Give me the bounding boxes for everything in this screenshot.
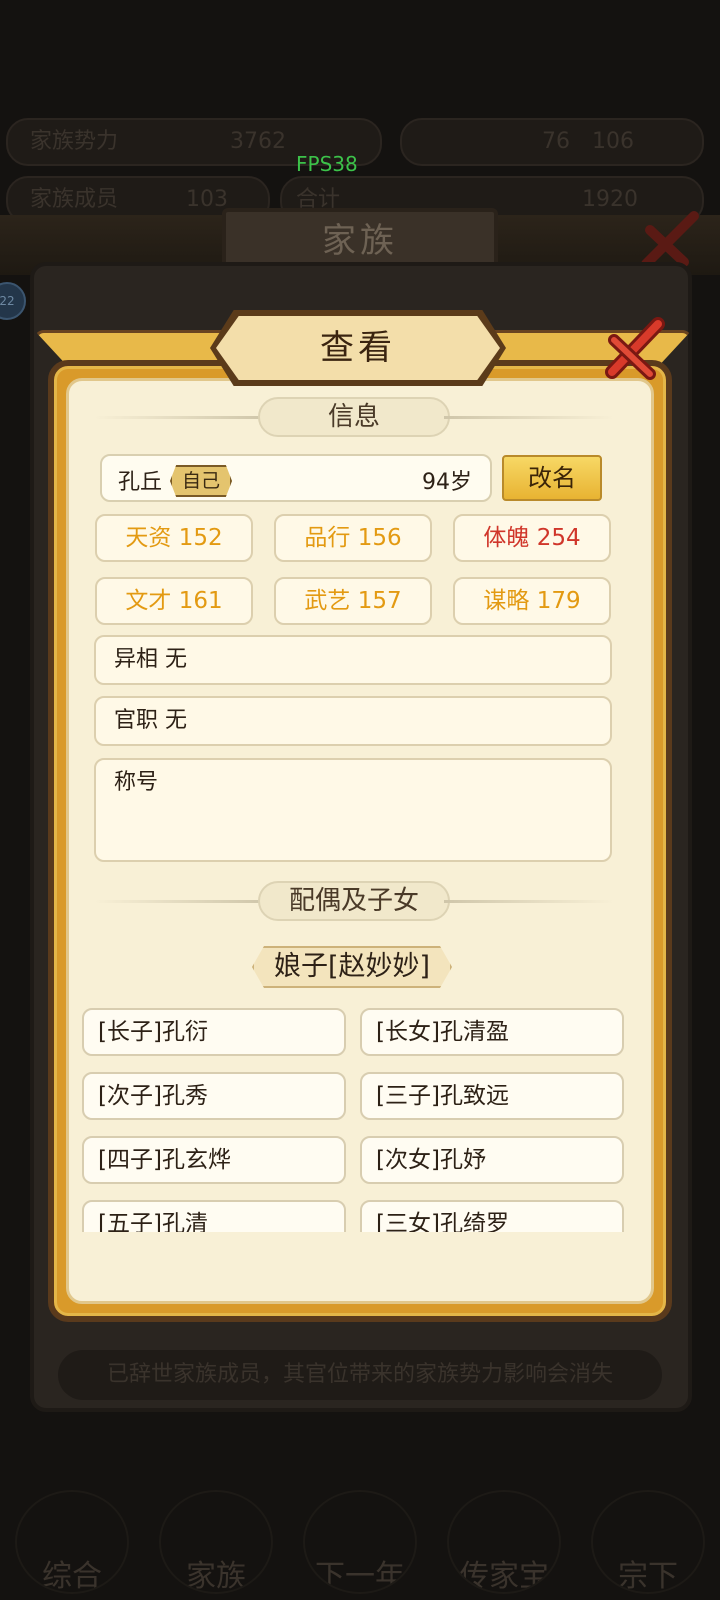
dialog-title: 查看 <box>320 328 396 368</box>
bg-left-badge: 22 <box>0 282 26 320</box>
stat-literary: 文才 161 <box>95 577 253 625</box>
bg-stat-value: 3762 <box>230 129 286 154</box>
children-list[interactable]: [长子]孔衍 [长女]孔清盈 [次子]孔秀 [三子]孔致远 [四子]孔玄烨 [次… <box>60 1000 660 1232</box>
bg-nav-item: 家族 <box>159 1490 273 1594</box>
character-name: 孔丘 <box>118 470 163 495</box>
section-title: 信息 <box>258 397 450 437</box>
traits-row: 异相 无 <box>94 635 612 685</box>
stat-physique: 体魄 254 <box>453 514 611 562</box>
child-item[interactable]: [三子]孔致远 <box>360 1072 624 1120</box>
rename-button[interactable]: 改名 <box>502 455 602 501</box>
divider <box>444 416 614 419</box>
stat-martial: 武艺 157 <box>274 577 432 625</box>
bg-stat-value-mid: 76 <box>542 129 570 154</box>
bg-stat-bar-2: 76 106 <box>400 118 704 166</box>
child-item[interactable]: [四子]孔玄烨 <box>82 1136 346 1184</box>
titles-box: 称号 <box>94 758 612 862</box>
child-item[interactable]: [五子]孔清 <box>82 1200 346 1232</box>
bg-stat-label: 家族势力 <box>30 129 119 154</box>
character-age: 94岁 <box>422 470 472 495</box>
bg-bottom-nav: 综合 家族 下一年 传家宝 宗下 <box>0 1490 720 1600</box>
bg-close-icon <box>641 211 699 269</box>
stat-talent: 天资 152 <box>95 514 253 562</box>
spouse-button[interactable]: 娘子[赵妙妙] <box>252 946 452 988</box>
section-title: 配偶及子女 <box>258 881 450 921</box>
child-item[interactable]: [次女]孔妤 <box>360 1136 624 1184</box>
child-item[interactable]: [次子]孔秀 <box>82 1072 346 1120</box>
close-icon[interactable] <box>600 314 668 382</box>
info-section-header: 信息 <box>94 397 614 437</box>
name-field: 孔丘 自己 94岁 <box>100 454 492 502</box>
bg-nav-item: 下一年 <box>303 1490 417 1594</box>
child-item[interactable]: [长女]孔清盈 <box>360 1008 624 1056</box>
bg-nav-item: 宗下 <box>591 1490 705 1594</box>
family-section-header: 配偶及子女 <box>94 881 614 921</box>
bg-nav-item: 传家宝 <box>447 1490 561 1594</box>
office-row: 官职 无 <box>94 696 612 746</box>
divider <box>94 900 264 903</box>
divider <box>94 416 264 419</box>
stat-morality: 品行 156 <box>274 514 432 562</box>
bg-footer-notice: 已辞世家族成员，其官位带来的家族势力影响会消失 <box>58 1350 662 1400</box>
bg-nav-item: 综合 <box>15 1490 129 1594</box>
stat-strategy: 谋略 179 <box>453 577 611 625</box>
child-item[interactable]: [三女]孔绮罗 <box>360 1200 624 1232</box>
self-tag: 自己 <box>170 465 233 497</box>
bg-stat-value-right: 106 <box>592 129 634 154</box>
divider <box>444 900 614 903</box>
child-item[interactable]: [长子]孔衍 <box>82 1008 346 1056</box>
fps-counter: FPS38 <box>296 152 358 176</box>
